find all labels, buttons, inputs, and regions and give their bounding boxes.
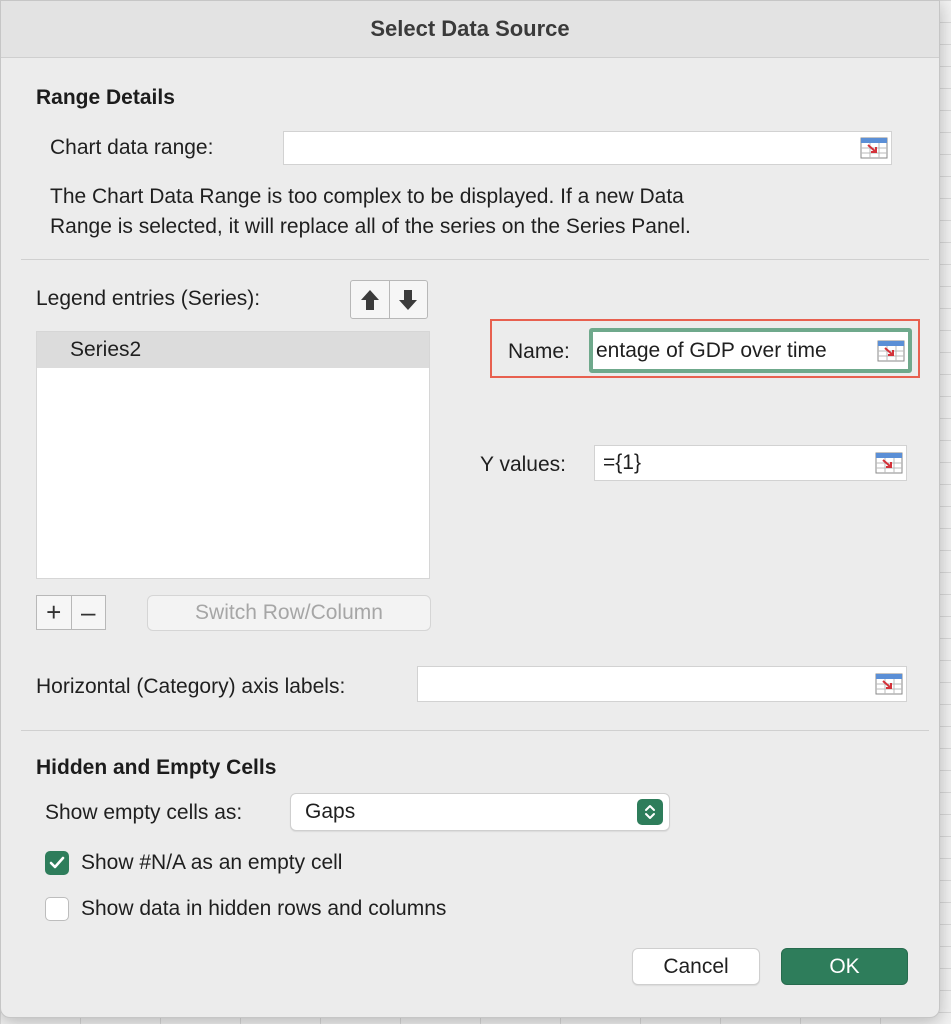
show-na-label: Show #N/A as an empty cell	[81, 851, 343, 874]
switch-row-column-button[interactable]: Switch Row/Column	[147, 595, 431, 631]
remove-series-button[interactable]: –	[70, 596, 106, 629]
section-divider	[21, 730, 929, 731]
range-note-line-1: The Chart Data Range is too complex to b…	[50, 185, 684, 208]
show-empty-cells-label: Show empty cells as:	[45, 801, 243, 824]
series-list[interactable]: Series2	[36, 331, 430, 579]
checkmark-icon	[49, 856, 65, 869]
show-na-checkbox[interactable]	[45, 851, 69, 875]
arrow-up-icon	[360, 289, 379, 310]
move-up-button[interactable]	[351, 281, 389, 318]
y-values-label: Y values:	[480, 453, 566, 476]
range-picker-icon[interactable]	[877, 340, 905, 362]
range-note-line-2: Range is selected, it will replace all o…	[50, 215, 691, 238]
legend-entries-label: Legend entries (Series):	[36, 287, 261, 310]
cancel-button[interactable]: Cancel	[632, 948, 760, 985]
show-empty-cells-select[interactable]: Gaps	[290, 793, 670, 831]
range-picker-icon[interactable]	[875, 452, 903, 474]
range-details-heading: Range Details	[36, 86, 175, 109]
hidden-empty-heading: Hidden and Empty Cells	[36, 756, 277, 779]
dialog-title: Select Data Source	[370, 16, 570, 41]
axis-labels-field[interactable]	[417, 666, 907, 702]
series-order-buttons	[350, 280, 428, 319]
chart-data-range-label: Chart data range:	[50, 136, 214, 159]
select-data-source-dialog: Select Data Source Range Details Chart d…	[0, 0, 940, 1018]
range-picker-icon[interactable]	[875, 673, 903, 695]
show-empty-cells-value: Gaps	[305, 800, 356, 823]
dialog-titlebar: Select Data Source	[1, 1, 939, 58]
chart-data-range-field[interactable]	[283, 131, 892, 165]
axis-labels-label: Horizontal (Category) axis labels:	[36, 675, 346, 698]
series-item-label: Series2	[70, 338, 142, 361]
add-remove-series-buttons: + –	[36, 595, 106, 630]
range-picker-icon[interactable]	[860, 137, 888, 159]
ok-button[interactable]: OK	[781, 948, 908, 985]
series-name-field[interactable]: entage of GDP over time	[589, 328, 912, 373]
arrow-down-icon	[399, 289, 418, 310]
name-label: Name:	[508, 340, 570, 363]
series-list-item[interactable]: Series2	[37, 332, 429, 368]
show-hidden-data-checkbox[interactable]	[45, 897, 69, 921]
series-name-value: entage of GDP over time	[596, 338, 827, 362]
y-values-value: ={1}	[603, 451, 641, 474]
section-divider	[21, 259, 929, 260]
y-values-field[interactable]: ={1}	[594, 445, 907, 481]
show-hidden-data-label: Show data in hidden rows and columns	[81, 897, 447, 920]
range-note: The Chart Data Range is too complex to b…	[50, 182, 691, 242]
add-series-button[interactable]: +	[37, 596, 71, 629]
chevron-updown-icon	[637, 799, 663, 825]
move-down-button[interactable]	[388, 281, 428, 318]
